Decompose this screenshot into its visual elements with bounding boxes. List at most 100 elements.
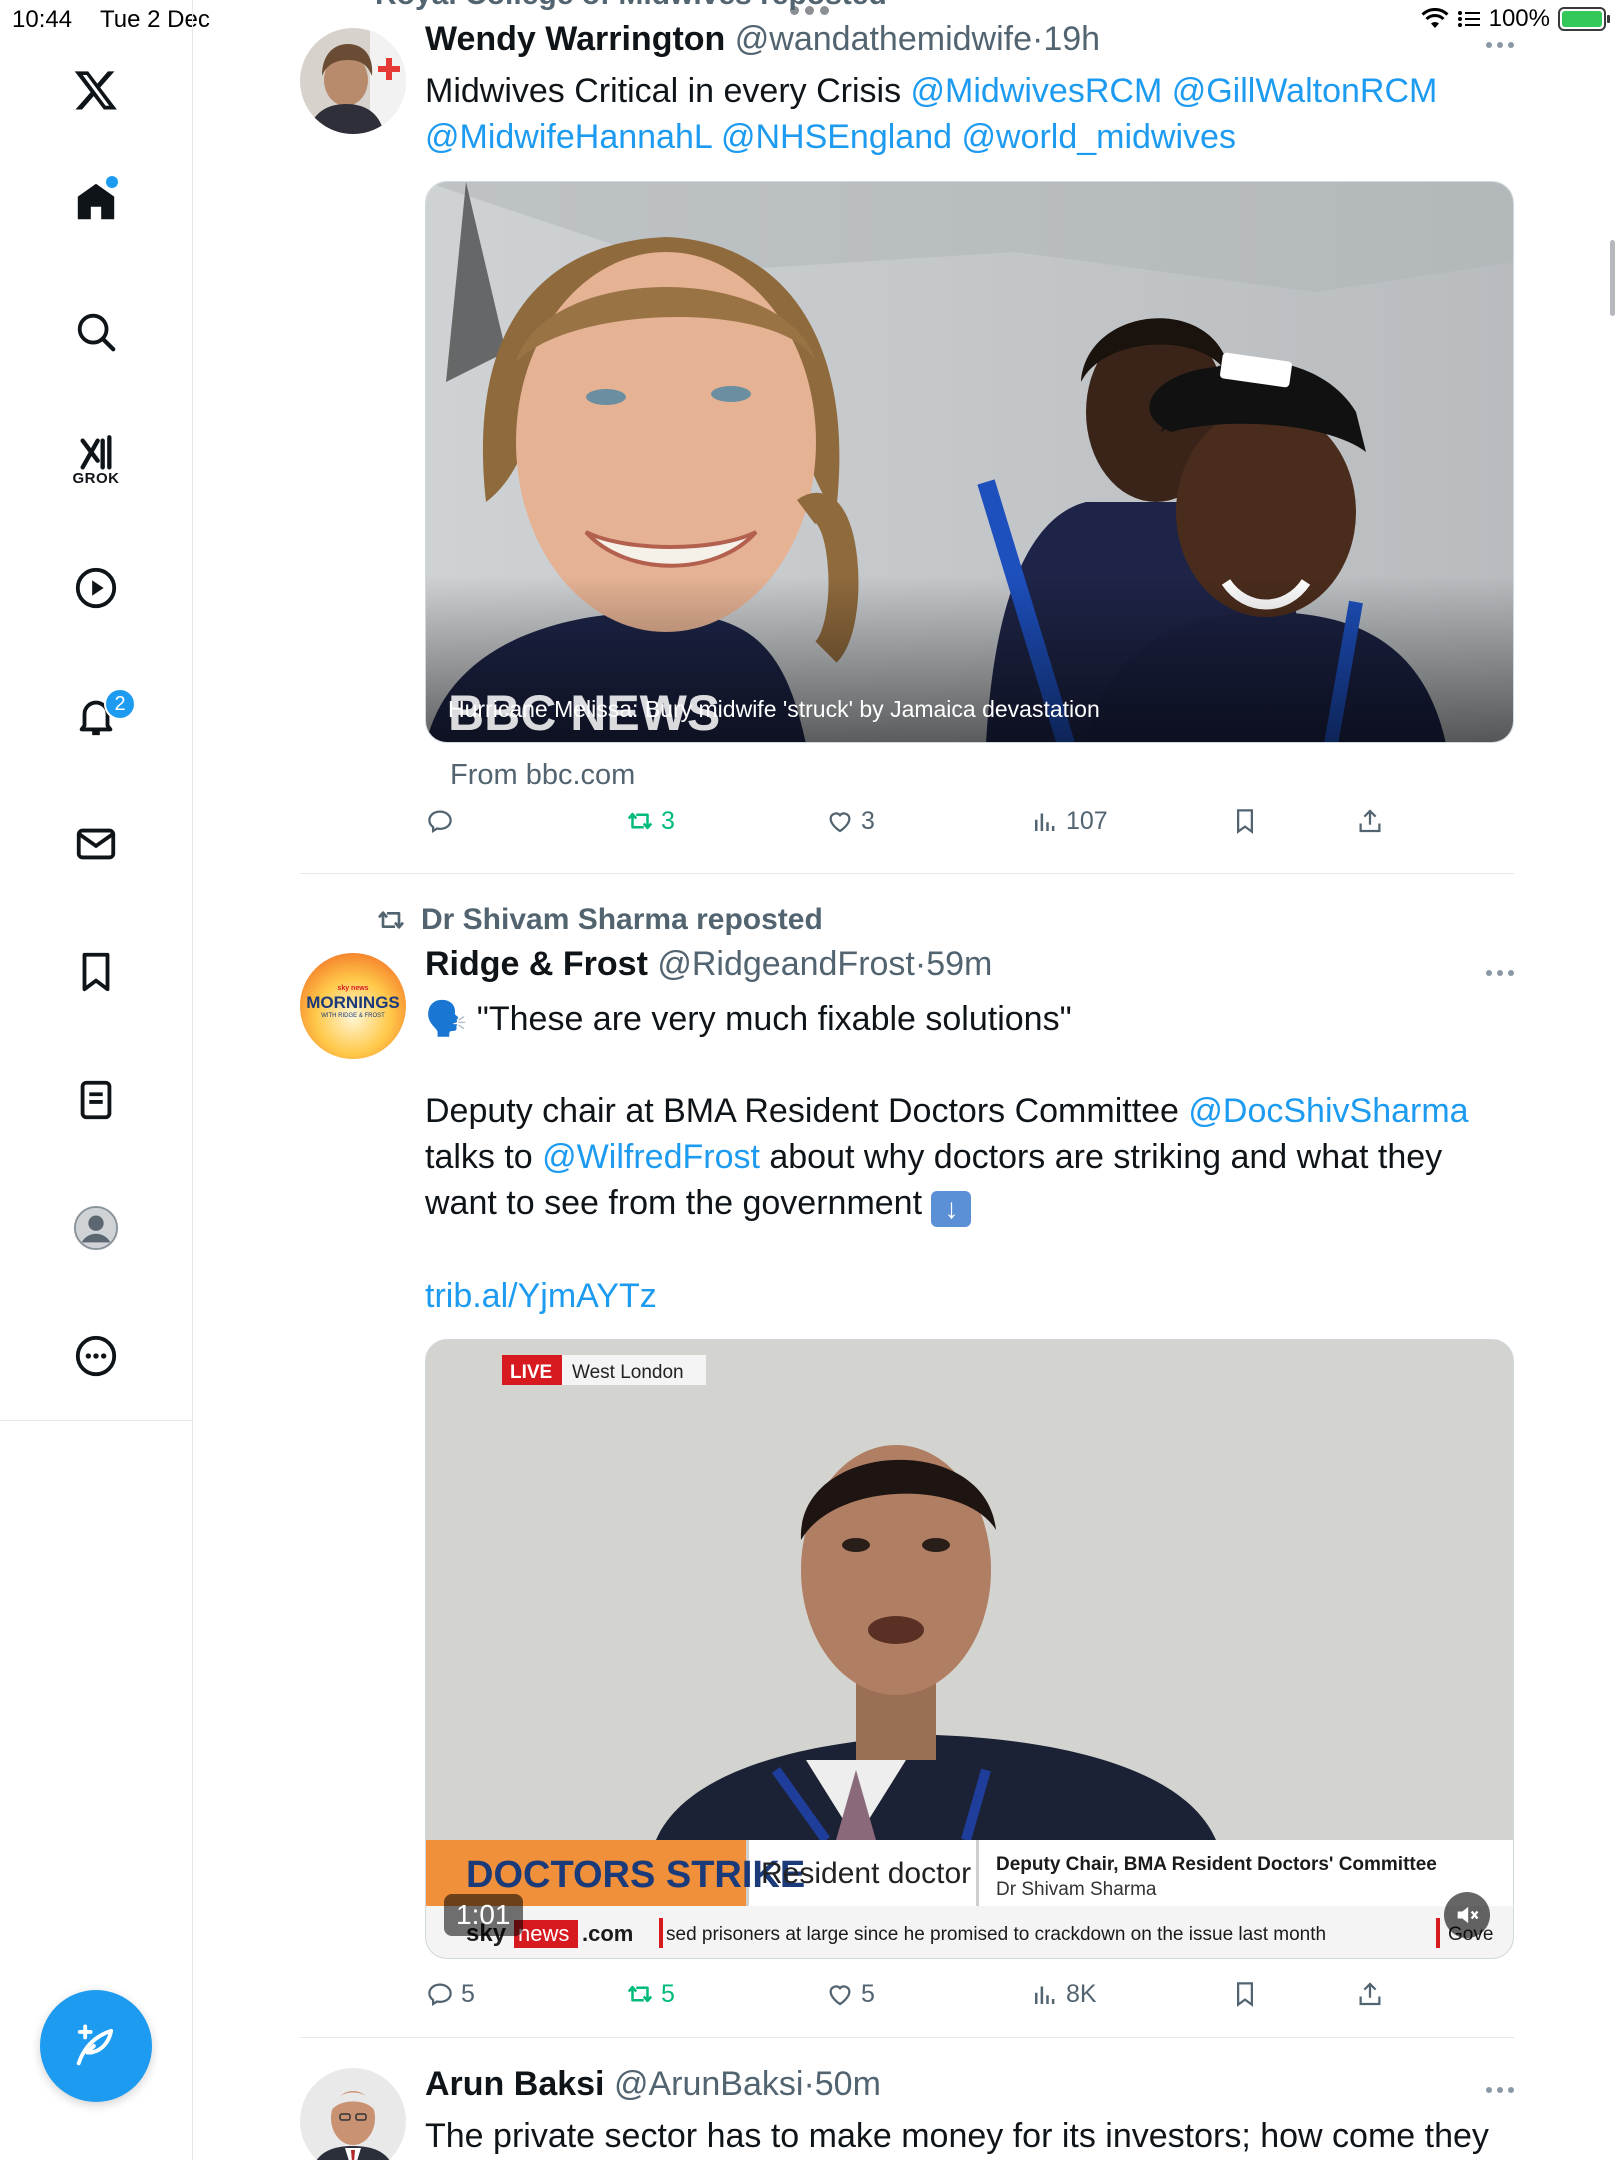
tweet-mention[interactable]: @WilfredFrost xyxy=(542,1138,760,1176)
tweet-text: 🗣️ "These are very much fixable solution… xyxy=(425,996,1515,1319)
ticker-text: sed prisoners at large since he promised… xyxy=(666,1924,1326,1945)
search-icon[interactable] xyxy=(56,292,136,372)
share-icon xyxy=(1359,809,1381,833)
tweet-more-icon[interactable] xyxy=(1486,2087,1514,2093)
repost-line-text: Royal College of Midwives reposted xyxy=(375,0,887,12)
like-button[interactable]: 5 xyxy=(825,1979,875,2009)
sidebar-divider xyxy=(0,1420,193,1421)
video-frame: DOCTORS STRIKE Resident doctor Deputy Ch… xyxy=(426,1340,1513,1958)
tweet-more-icon[interactable] xyxy=(1486,42,1514,48)
x-logo-icon[interactable] xyxy=(56,50,136,130)
ticker-brand-b: news xyxy=(518,1921,569,1946)
tweet-text-line: talks to xyxy=(425,1138,543,1176)
video-role: Deputy Chair, BMA Resident Doctors' Comm… xyxy=(996,1854,1437,1875)
heart-icon xyxy=(829,1985,851,2006)
notifications-bell-icon[interactable]: 2 xyxy=(56,676,136,756)
card-source[interactable]: From bbc.com xyxy=(450,752,1540,798)
reply-button[interactable] xyxy=(425,806,455,836)
views-chart-icon xyxy=(1035,1986,1055,2004)
repost-count: 5 xyxy=(661,1979,675,2008)
reply-icon xyxy=(428,810,452,834)
tweet-more-icon[interactable] xyxy=(1486,970,1514,976)
mute-button[interactable] xyxy=(1444,1892,1490,1938)
share-icon xyxy=(1359,1982,1381,2006)
like-button[interactable]: 3 xyxy=(825,806,875,836)
ticker-brand-c: .com xyxy=(582,1921,633,1946)
share-button[interactable] xyxy=(1355,806,1385,836)
views-button[interactable]: 107 xyxy=(1030,806,1108,836)
bookmark-icon xyxy=(1237,1982,1253,2007)
avatar[interactable] xyxy=(300,28,406,134)
live-badge: LIVE xyxy=(510,1362,552,1383)
grok-nav[interactable]: GROK xyxy=(56,420,136,500)
lists-icon[interactable] xyxy=(56,1060,136,1140)
header-separator: · xyxy=(803,2065,815,2103)
tweet-time[interactable]: 59m xyxy=(926,945,992,983)
video-duration: 1:01 xyxy=(444,1894,523,1936)
link-card-image[interactable]: BBC NEWS Hurricane Melissa: Bury midwife… xyxy=(425,181,1514,743)
repost-indicator[interactable]: Dr Shivam Sharma reposted xyxy=(375,903,823,937)
tweet-text-line: want to see from the government xyxy=(425,1184,932,1222)
tweet-mentions[interactable]: @MidwifeHannahL @NHSEngland @world_midwi… xyxy=(425,118,1236,156)
wifi-icon xyxy=(1421,8,1449,28)
avatar-subtitle: WITH RIDGE & FROST xyxy=(321,1013,385,1019)
author-name[interactable]: Ridge & Frost xyxy=(425,945,648,983)
repost-icon xyxy=(627,812,653,830)
video-headline: Resident doctor xyxy=(761,1857,971,1890)
reply-button[interactable]: 5 xyxy=(425,1979,475,2009)
muted-speaker-icon xyxy=(1457,1906,1479,1924)
profile-avatar-icon[interactable] xyxy=(56,1188,136,1268)
author-name[interactable]: Wendy Warrington xyxy=(425,20,725,58)
more-options-icon[interactable] xyxy=(56,1316,136,1396)
down-arrow-emoji-icon: ↓ xyxy=(931,1191,972,1227)
video-player[interactable]: DOCTORS STRIKE Resident doctor Deputy Ch… xyxy=(425,1339,1514,1959)
card-title: Hurricane Melissa: Bury midwife 'struck'… xyxy=(448,696,1100,722)
bookmarks-icon[interactable] xyxy=(56,932,136,1012)
header-separator: · xyxy=(914,945,927,983)
views-count: 107 xyxy=(1066,806,1108,835)
grok-label: GROK xyxy=(72,469,120,487)
repost-button[interactable]: 3 xyxy=(625,806,675,836)
avatar[interactable]: sky news MORNINGS WITH RIDGE & FROST xyxy=(300,953,406,1059)
reply-count: 5 xyxy=(461,1979,475,2008)
video-person: Dr Shivam Sharma xyxy=(996,1879,1157,1900)
author-handle[interactable]: @wandathemidwife xyxy=(735,20,1032,58)
sidebar: GROK 2 xyxy=(0,0,193,2160)
tweet-link[interactable]: trib.al/YjmAYTz xyxy=(425,1277,657,1315)
repost-line-partial: Royal College of Midwives reposted xyxy=(375,0,887,12)
author-handle[interactable]: @ArunBaksi xyxy=(614,2065,803,2103)
status-right: 100% xyxy=(1421,5,1610,33)
bookmark-button[interactable] xyxy=(1230,1979,1260,2009)
compose-post-button[interactable] xyxy=(40,1990,152,2102)
tweet-divider xyxy=(300,873,1514,874)
avatar-brand: sky news xyxy=(337,985,368,992)
repost-icon xyxy=(627,1985,653,2003)
author-name[interactable]: Arun Baksi xyxy=(425,2065,605,2103)
grok-icon xyxy=(80,434,112,469)
repost-icon xyxy=(377,911,405,929)
tweet-text-plain: Midwives Critical in every Crisis xyxy=(425,72,911,110)
live-location: West London xyxy=(572,1362,684,1383)
repost-button[interactable]: 5 xyxy=(625,1979,675,2009)
scrollbar[interactable] xyxy=(1610,240,1615,316)
avatar-title: MORNINGS xyxy=(306,993,400,1012)
tweet-mentions[interactable]: @MidwivesRCM @GillWaltonRCM xyxy=(911,72,1438,110)
compose-feather-icon xyxy=(76,2024,114,2066)
battery-percent: 100% xyxy=(1488,5,1550,32)
views-count: 8K xyxy=(1066,1979,1097,2008)
bookmark-button[interactable] xyxy=(1230,806,1260,836)
avatar[interactable] xyxy=(300,2068,406,2160)
tweet-text: Midwives Critical in every Crisis @Midwi… xyxy=(425,68,1515,160)
home-icon[interactable] xyxy=(56,162,136,242)
tweet-time[interactable]: 19h xyxy=(1043,20,1100,58)
video-play-icon[interactable] xyxy=(56,548,136,628)
tweet-time[interactable]: 50m xyxy=(815,2065,881,2103)
author-handle[interactable]: @RidgeandFrost xyxy=(657,945,915,983)
tweet-header: Ridge & Frost @RidgeandFrost·59m xyxy=(425,945,992,984)
tweet-mention[interactable]: @DocShivSharma xyxy=(1188,1092,1468,1130)
messages-envelope-icon[interactable] xyxy=(56,804,136,884)
repost-count: 3 xyxy=(661,806,675,835)
views-button[interactable]: 8K xyxy=(1030,1979,1097,2009)
share-button[interactable] xyxy=(1355,1979,1385,2009)
tweet-text-line: Deputy chair at BMA Resident Doctors Com… xyxy=(425,1092,1189,1130)
